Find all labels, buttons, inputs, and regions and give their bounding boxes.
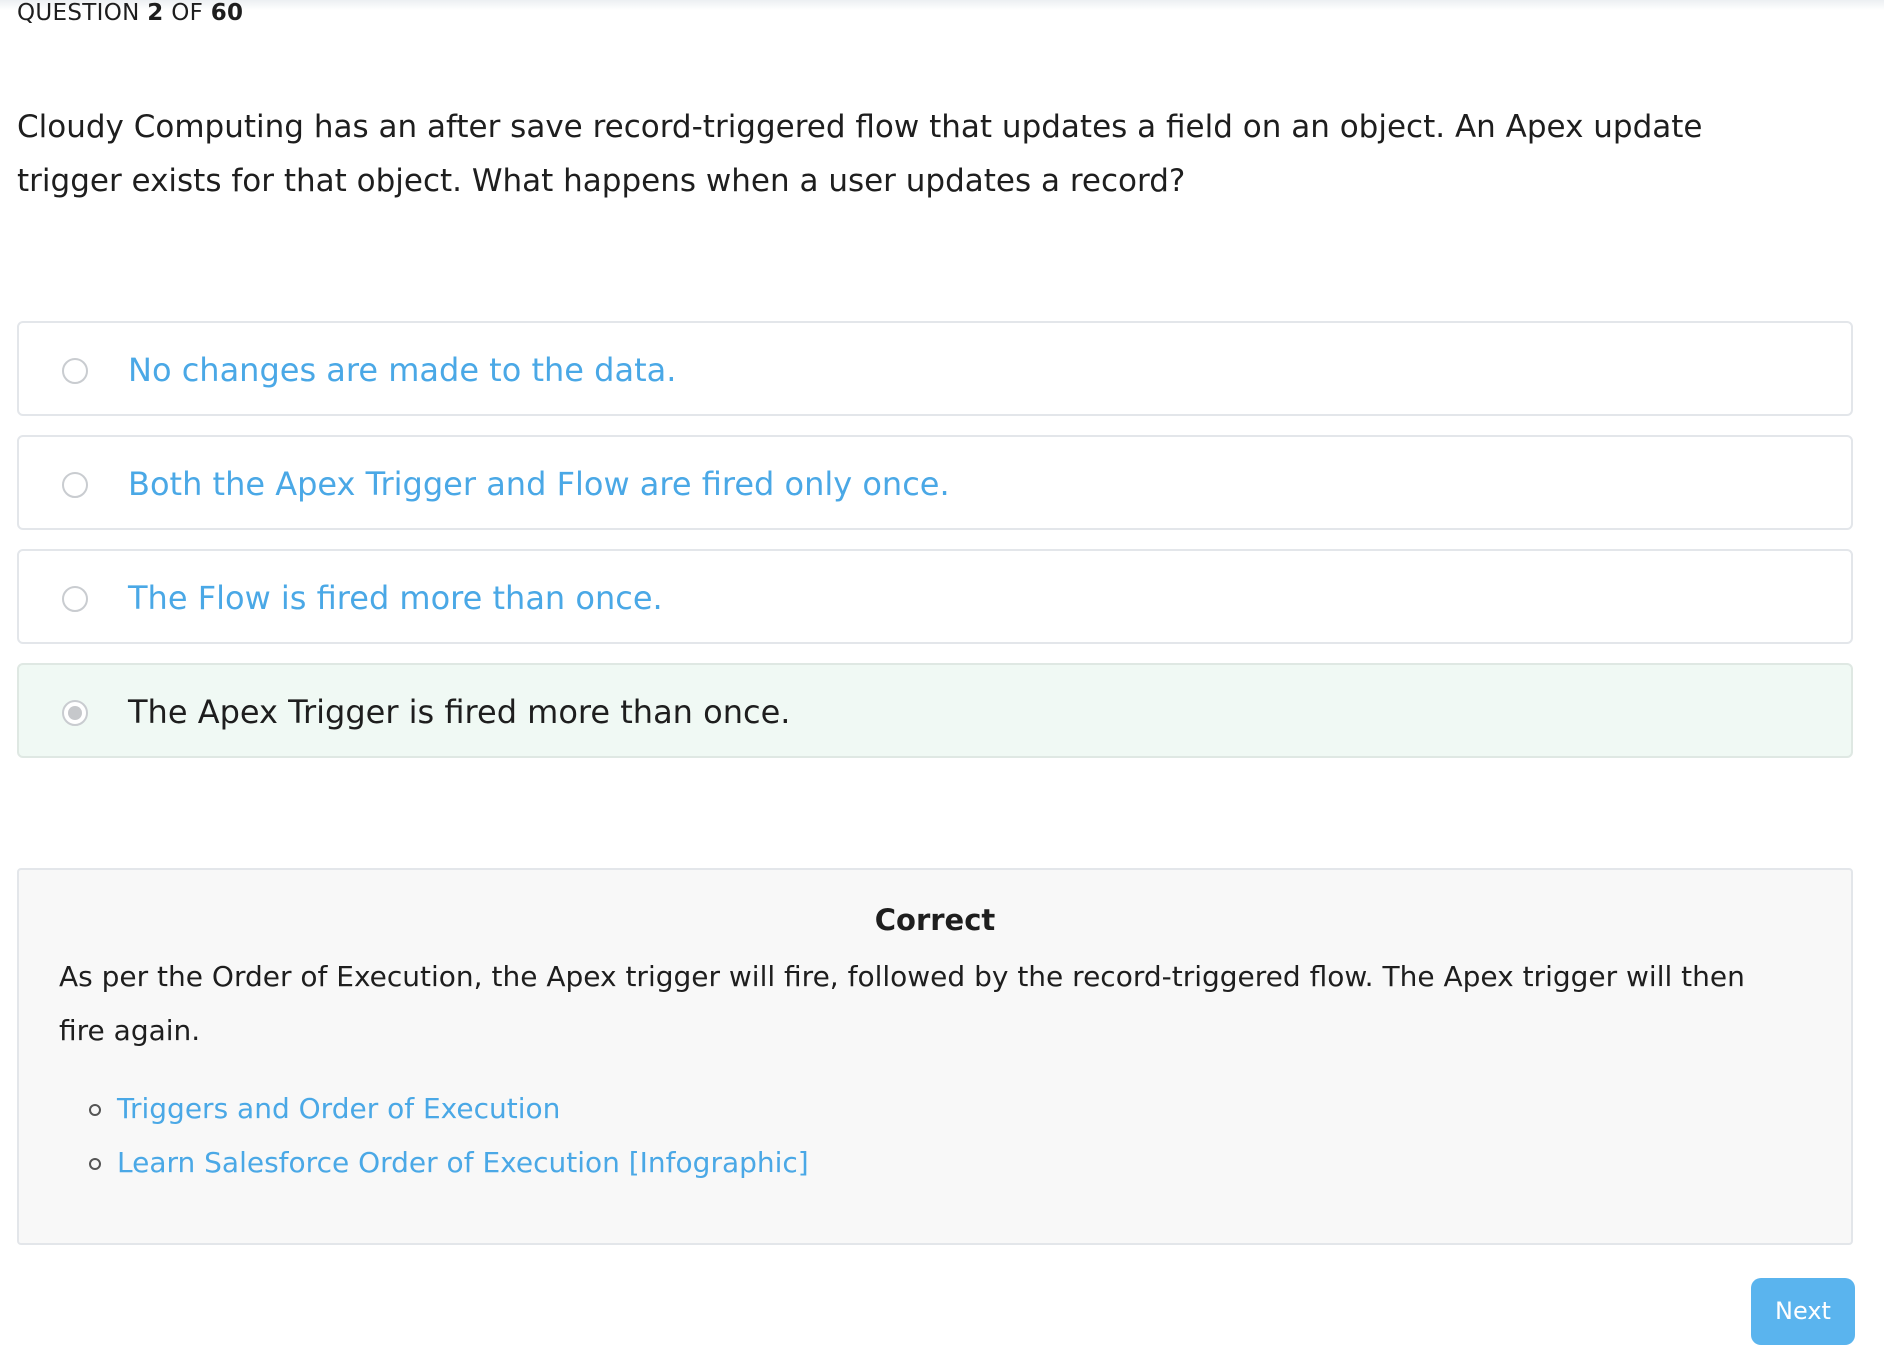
- next-button[interactable]: Next: [1751, 1278, 1855, 1345]
- option-label[interactable]: The Flow is fired more than once.: [128, 575, 663, 621]
- counter-of: OF: [171, 0, 204, 26]
- explanation-text: As per the Order of Execution, the Apex …: [59, 960, 1745, 1047]
- question-counter: QUESTION 2 OF 60: [17, 0, 243, 28]
- reference-links: Triggers and Order of Execution Learn Sa…: [89, 1082, 809, 1190]
- option-label[interactable]: No changes are made to the data.: [128, 347, 676, 393]
- option-label[interactable]: Both the Apex Trigger and Flow are fired…: [128, 461, 950, 507]
- question-text: Cloudy Computing has an after save recor…: [17, 109, 1703, 199]
- answer-option-4[interactable]: The Apex Trigger is fired more than once…: [17, 663, 1853, 758]
- radio-button-selected[interactable]: [62, 700, 88, 726]
- answer-option-2[interactable]: Both the Apex Trigger and Flow are fired…: [17, 435, 1853, 530]
- radio-button[interactable]: [62, 472, 88, 498]
- result-title: Correct: [874, 903, 996, 937]
- counter-prefix: QUESTION: [17, 0, 140, 26]
- explanation-panel: Correct As per the Order of Execution, t…: [17, 868, 1853, 1245]
- answer-option-3[interactable]: The Flow is fired more than once.: [17, 549, 1853, 644]
- reference-link-triggers[interactable]: Triggers and Order of Execution: [89, 1082, 809, 1136]
- top-shadow: [0, 0, 1884, 10]
- counter-current: 2: [147, 0, 164, 26]
- option-label[interactable]: The Apex Trigger is fired more than once…: [128, 689, 790, 735]
- answer-option-1[interactable]: No changes are made to the data.: [17, 321, 1853, 416]
- radio-button[interactable]: [62, 358, 88, 384]
- counter-total: 60: [210, 0, 244, 26]
- radio-button[interactable]: [62, 586, 88, 612]
- reference-link-infographic[interactable]: Learn Salesforce Order of Execution [Inf…: [89, 1136, 809, 1190]
